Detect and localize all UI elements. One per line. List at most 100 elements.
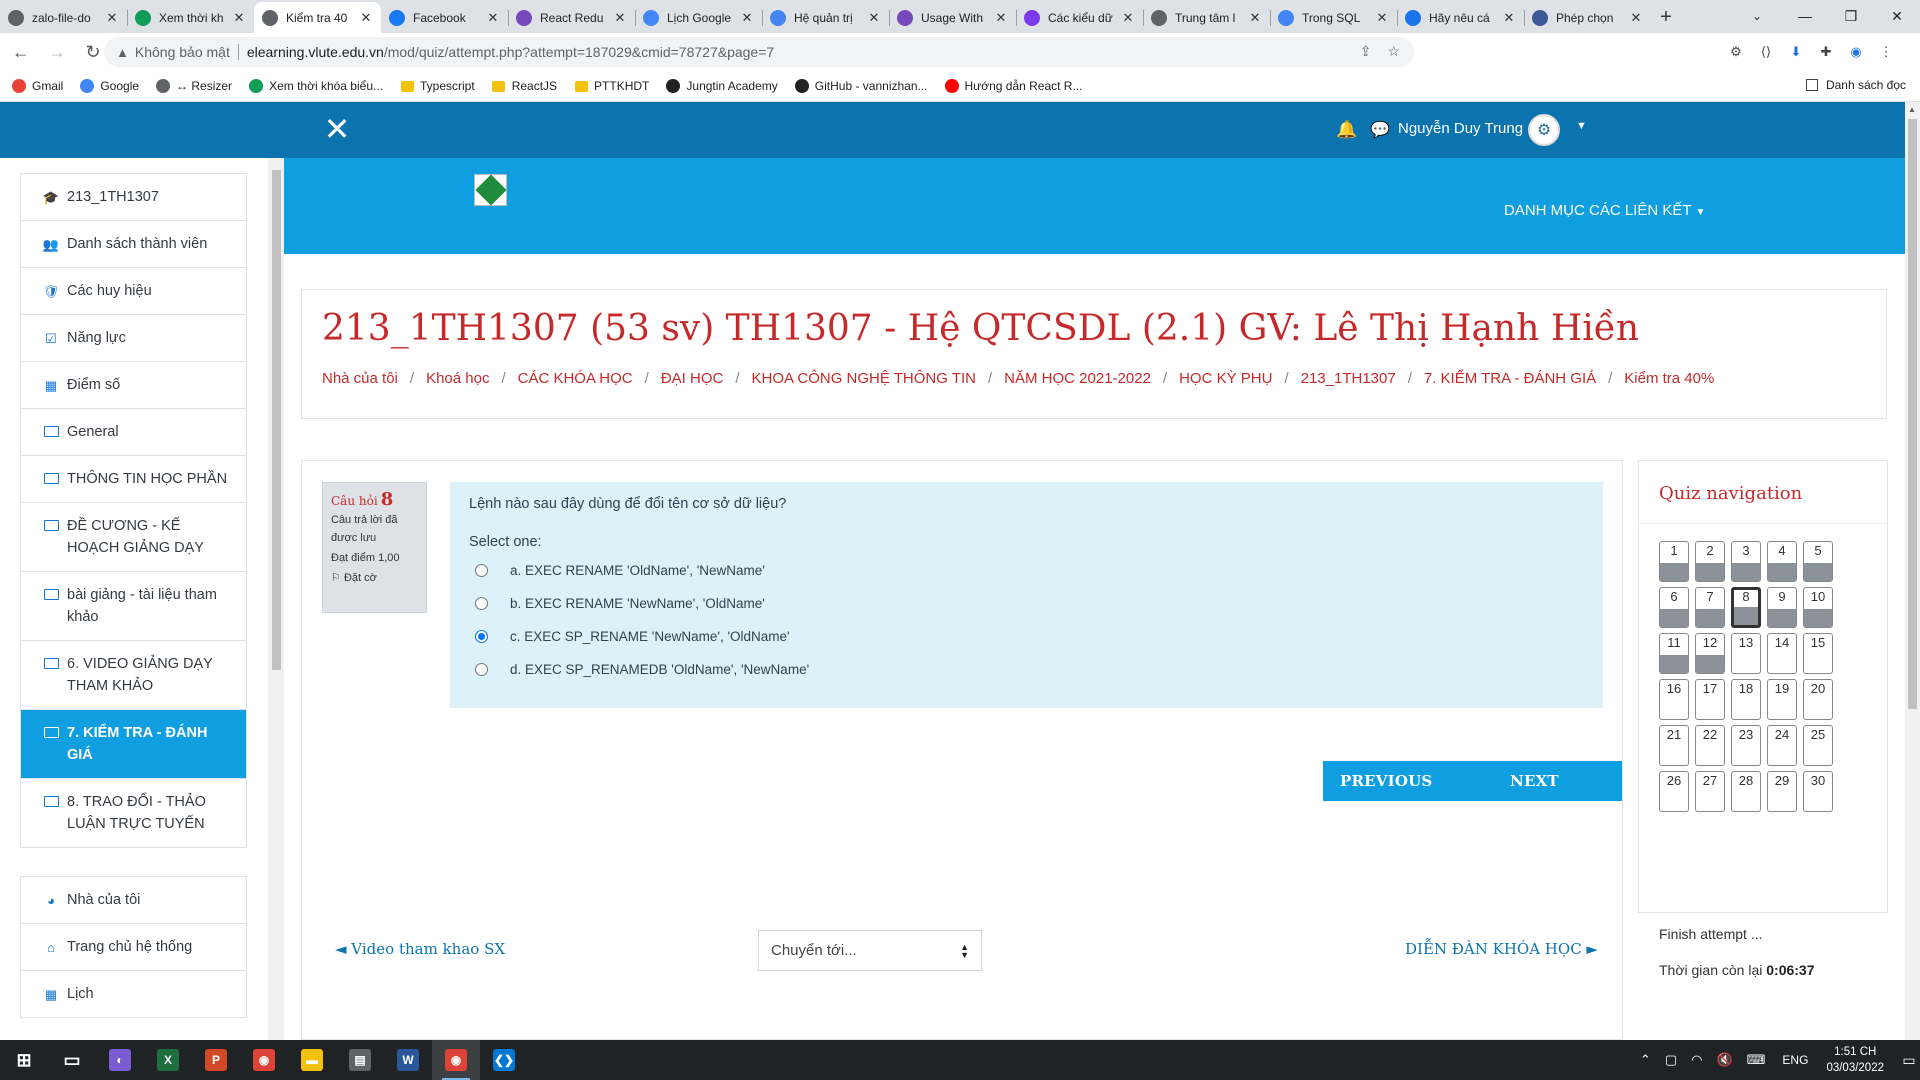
answer-option[interactable]: b. EXEC RENAME 'NewName', 'OldName' bbox=[469, 587, 1584, 620]
powerpoint-icon[interactable]: P bbox=[192, 1040, 240, 1080]
browser-tab[interactable]: React Redu ✕ bbox=[508, 2, 635, 33]
sidebar-item[interactable]: ĐỀ CƯƠNG - KẾ HOẠCH GIẢNG DẠY bbox=[21, 503, 246, 572]
quiz-question-button[interactable]: 8 bbox=[1731, 587, 1761, 628]
taskbar-clock[interactable]: 1:51 CH 03/03/2022 bbox=[1826, 1044, 1884, 1076]
sidebar-item[interactable]: 8. TRAO ĐỔI - THẢO LUẬN TRỰC TUYẾN bbox=[21, 779, 246, 847]
sidebar-item[interactable]: General bbox=[21, 409, 246, 456]
calculator-icon[interactable]: ▤ bbox=[336, 1040, 384, 1080]
browser-tab[interactable]: Lịch Google ✕ bbox=[635, 2, 762, 33]
maximize-button[interactable]: ❐ bbox=[1828, 0, 1874, 32]
sidebar-item[interactable]: ⌂ Trang chủ hệ thống bbox=[21, 924, 246, 971]
sidebar-item[interactable]: ☑ Năng lực bbox=[21, 315, 246, 362]
quiz-question-button[interactable]: 24 bbox=[1767, 725, 1797, 766]
breadcrumb-link[interactable]: 213_1TH1307 bbox=[1301, 370, 1396, 387]
quiz-question-button[interactable]: 16 bbox=[1659, 679, 1689, 720]
tab-search-chevron-icon[interactable]: ⌄ bbox=[1742, 0, 1772, 32]
bookmark-star-icon[interactable]: ☆ bbox=[1387, 43, 1400, 60]
browser-tab[interactable]: Hệ quản trị ✕ bbox=[762, 2, 889, 33]
quiz-question-button[interactable]: 27 bbox=[1695, 771, 1725, 812]
sidebar-item[interactable]: THÔNG TIN HỌC PHẦN bbox=[21, 456, 246, 503]
quiz-question-button[interactable]: 3 bbox=[1731, 541, 1761, 582]
bookmark-item[interactable]: Hướng dẫn React R... bbox=[944, 79, 1082, 93]
links-menu-dropdown[interactable]: DANH MỤC CÁC LIÊN KẾT ▼ bbox=[1504, 202, 1705, 219]
excel-icon[interactable]: X bbox=[144, 1040, 192, 1080]
input-language[interactable]: ENG bbox=[1782, 1053, 1808, 1067]
quiz-question-button[interactable]: 15 bbox=[1803, 633, 1833, 674]
close-tab-icon[interactable]: ✕ bbox=[486, 10, 500, 26]
avatar[interactable]: ⚙ bbox=[1528, 114, 1560, 146]
back-arrow-icon[interactable]: ← bbox=[6, 37, 36, 67]
profile-avatar-icon[interactable]: ◉ bbox=[1846, 42, 1866, 62]
quiz-question-button[interactable]: 14 bbox=[1767, 633, 1797, 674]
bookmark-item[interactable]: GitHub - vannizhan... bbox=[794, 79, 928, 93]
close-tab-icon[interactable]: ✕ bbox=[867, 10, 881, 26]
sidebar-item[interactable]: ▦ Lịch bbox=[21, 971, 246, 1017]
quiz-question-button[interactable]: 7 bbox=[1695, 587, 1725, 628]
user-name[interactable]: Nguyễn Duy Trung bbox=[1398, 120, 1523, 137]
answer-option[interactable]: a. EXEC RENAME 'OldName', 'NewName' bbox=[469, 554, 1584, 587]
next-page-button[interactable]: NEXT PAGE bbox=[1493, 761, 1622, 830]
breadcrumb-link[interactable]: 7. KIỂM TRA - ĐÁNH GIÁ bbox=[1424, 370, 1596, 387]
bookmark-item[interactable]: Jungtin Academy bbox=[666, 79, 778, 93]
bookmark-item[interactable]: Gmail bbox=[12, 79, 63, 93]
quiz-question-button[interactable]: 26 bbox=[1659, 771, 1689, 812]
browser-tab[interactable]: Hãy nêu cá ✕ bbox=[1397, 2, 1524, 33]
user-menu-caret-icon[interactable]: ▼ bbox=[1576, 120, 1587, 132]
close-tab-icon[interactable]: ✕ bbox=[1629, 10, 1643, 26]
browser-tab[interactable]: Kiểm tra 40 ✕ bbox=[254, 2, 381, 33]
finish-attempt-link[interactable]: Finish attempt ... bbox=[1659, 926, 1762, 942]
chrome-icon[interactable]: ◉ bbox=[240, 1040, 288, 1080]
breadcrumb-link[interactable]: NĂM HỌC 2021-2022 bbox=[1004, 370, 1151, 387]
scroll-up-arrow-icon[interactable]: ▲ bbox=[1908, 105, 1916, 114]
close-tab-icon[interactable]: ✕ bbox=[232, 10, 246, 26]
sidebar-item[interactable]: 🎓 213_1TH1307 bbox=[21, 174, 246, 221]
browser-menu-icon[interactable]: ⋮ bbox=[1876, 42, 1896, 62]
bookmark-item[interactable]: Typescript bbox=[400, 79, 475, 93]
extension-gear-icon[interactable]: ⚙ bbox=[1726, 42, 1746, 62]
previous-page-button[interactable]: PREVIOUS PAGE bbox=[1323, 761, 1493, 830]
address-bar[interactable]: ▲ Không bảo mật elearning.vlute.edu.vn /… bbox=[104, 37, 1414, 67]
quiz-question-button[interactable]: 22 bbox=[1695, 725, 1725, 766]
bookmark-item[interactable]: ↔ Resizer bbox=[156, 79, 232, 93]
sidebar-item[interactable]: 🛡 Các huy hiệu bbox=[21, 268, 246, 315]
sidebar-item[interactable]: bài giảng - tài liệu tham khảo bbox=[21, 572, 246, 641]
quiz-question-button[interactable]: 13 bbox=[1731, 633, 1761, 674]
network-wifi-icon[interactable]: ◠ bbox=[1691, 1052, 1702, 1068]
quiz-question-button[interactable]: 5 bbox=[1803, 541, 1833, 582]
sidebar-item[interactable]: 👥 Danh sách thành viên bbox=[21, 221, 246, 268]
chrome-icon[interactable]: ◉ bbox=[432, 1040, 480, 1080]
browser-tab[interactable]: zalo-file-do ✕ bbox=[0, 2, 127, 33]
close-tab-icon[interactable]: ✕ bbox=[1375, 10, 1389, 26]
flag-question-button[interactable]: ⚐ Đặt cờ bbox=[331, 569, 418, 587]
close-window-button[interactable]: ✕ bbox=[1874, 0, 1920, 32]
quiz-question-button[interactable]: 28 bbox=[1731, 771, 1761, 812]
breadcrumb-link[interactable]: ĐẠI HỌC bbox=[661, 370, 724, 387]
new-tab-plus-icon[interactable]: + bbox=[1651, 2, 1681, 33]
bookmark-item[interactable]: ReactJS bbox=[492, 79, 557, 93]
close-tab-icon[interactable]: ✕ bbox=[359, 10, 373, 26]
bookmark-item[interactable]: PTTKHDT bbox=[574, 79, 649, 93]
extension-code-icon[interactable]: ⟨⟩ bbox=[1756, 42, 1776, 62]
quiz-question-button[interactable]: 1 bbox=[1659, 541, 1689, 582]
close-drawer-icon[interactable]: ✕ bbox=[322, 113, 352, 145]
bookmark-item[interactable]: Google bbox=[80, 79, 139, 93]
page-scroll-thumb[interactable] bbox=[1908, 119, 1917, 709]
reading-list-button[interactable]: Danh sách đọc bbox=[1805, 78, 1906, 92]
breadcrumb-link[interactable]: Nhà của tôi bbox=[322, 370, 398, 387]
close-tab-icon[interactable]: ✕ bbox=[994, 10, 1008, 26]
close-tab-icon[interactable]: ✕ bbox=[613, 10, 627, 26]
breadcrumb-link[interactable]: Kiểm tra 40% bbox=[1624, 370, 1714, 387]
answer-radio[interactable] bbox=[475, 597, 488, 610]
quiz-question-button[interactable]: 18 bbox=[1731, 679, 1761, 720]
browser-tab[interactable]: Trung tâm l ✕ bbox=[1143, 2, 1270, 33]
word-icon[interactable]: W bbox=[384, 1040, 432, 1080]
close-tab-icon[interactable]: ✕ bbox=[1121, 10, 1135, 26]
answer-radio[interactable] bbox=[475, 564, 488, 577]
vscode-icon[interactable]: ❮❯ bbox=[480, 1040, 528, 1080]
keyboard-icon[interactable]: ⌨ bbox=[1747, 1052, 1766, 1068]
windows-start-icon[interactable]: ⊞ bbox=[0, 1040, 48, 1080]
jump-to-select[interactable]: Chuyển tới... ▲ ▼ bbox=[758, 930, 982, 971]
sidebar-item[interactable]: 6. VIDEO GIẢNG DẠY THAM KHẢO bbox=[21, 641, 246, 710]
minimize-button[interactable]: — bbox=[1782, 0, 1828, 32]
quiz-question-button[interactable]: 30 bbox=[1803, 771, 1833, 812]
